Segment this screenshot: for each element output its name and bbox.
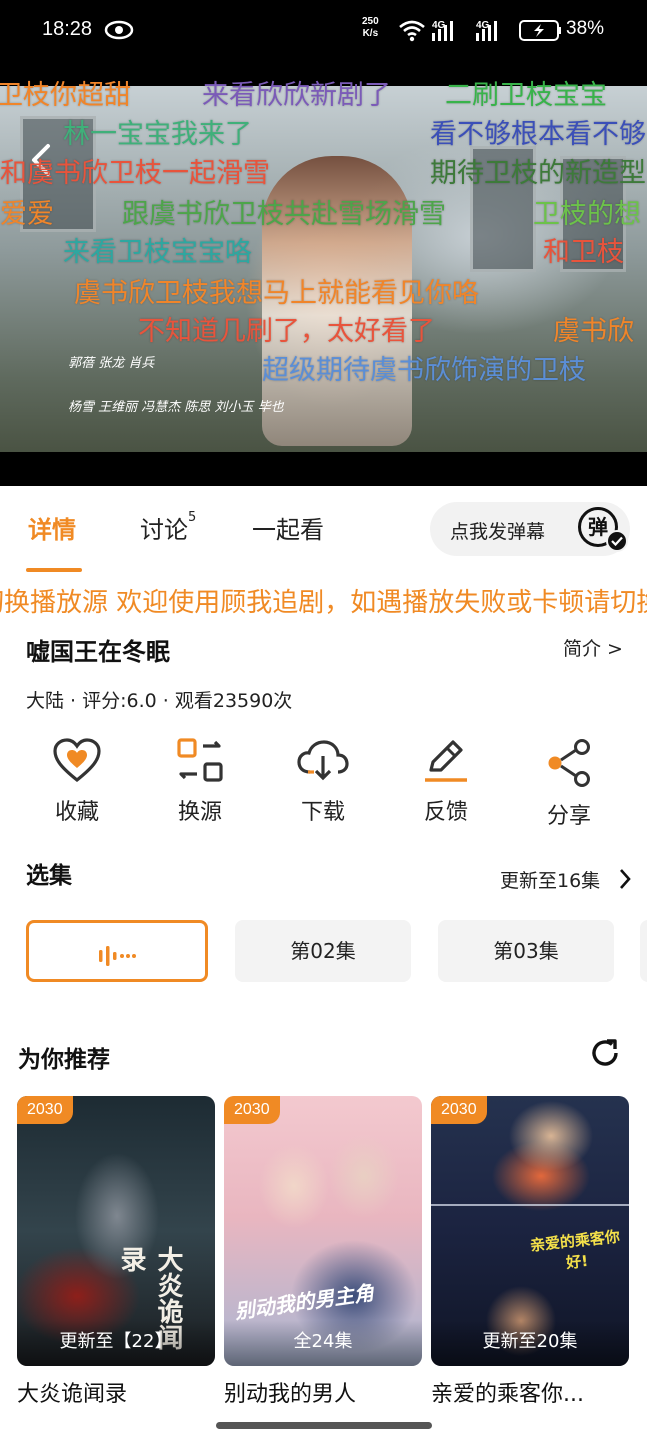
tab-discussion[interactable]: 讨论5 bbox=[140, 510, 196, 545]
chevron-right-icon[interactable] bbox=[618, 868, 632, 890]
danmu-item: 卫枝的想 bbox=[533, 199, 641, 230]
discussion-count-badge: 5 bbox=[188, 510, 197, 525]
battery-percent: 38% bbox=[566, 18, 605, 39]
danmu-item: 爱爱 bbox=[0, 199, 54, 230]
episode-item-partial[interactable] bbox=[640, 920, 647, 982]
episode-item[interactable]: 第02集 bbox=[235, 920, 411, 982]
credits-line: 杨雪 王维丽 冯慧杰 陈思 刘小玉 毕也 bbox=[68, 400, 284, 415]
favorite-button[interactable]: 收藏 bbox=[32, 738, 122, 826]
switch-source-icon bbox=[177, 738, 223, 782]
recommend-title: 为你推荐 bbox=[18, 1047, 110, 1073]
episode-item[interactable]: 第03集 bbox=[438, 920, 614, 982]
show-meta: 大陆 · 评分:6.0 · 观看23590次 bbox=[26, 690, 293, 712]
video-player[interactable]: 卫枝你超甜 来看欣欣新剧了 二刷卫枝宝宝 林一宝宝我来了 看不够根本看不够 和虞… bbox=[0, 62, 647, 486]
refresh-icon[interactable] bbox=[588, 1036, 622, 1070]
danmu-item: 虞书欣卫枝我想马上就能看见你咯 bbox=[74, 278, 479, 309]
send-danmu-button[interactable]: 点我发弹幕 弹 bbox=[430, 502, 630, 556]
playing-wave-icon bbox=[99, 945, 136, 966]
tab-details[interactable]: 详情 bbox=[28, 510, 76, 545]
card-title: 大炎诡闻录 bbox=[17, 1382, 128, 1407]
poster-title-art: 别动我的男主角 bbox=[233, 1280, 376, 1324]
home-indicator[interactable] bbox=[216, 1422, 432, 1429]
card-title: 别动我的男人 bbox=[224, 1382, 357, 1407]
send-danmu-label: 点我发弹幕 bbox=[450, 521, 546, 543]
share-icon bbox=[548, 739, 590, 787]
danmu-item: 超级期待虞书欣饰演的卫枝 bbox=[262, 355, 586, 386]
poster-title-art: 亲爱的乘客你好! bbox=[529, 1227, 621, 1273]
edit-icon bbox=[425, 740, 467, 782]
recommend-card[interactable]: 别动我的男主角 2030 全24集 别动我的男人 bbox=[224, 1096, 422, 1408]
switch-source-button[interactable]: 换源 bbox=[155, 738, 245, 826]
episodes-title: 选集 bbox=[26, 863, 72, 889]
feedback-button[interactable]: 反馈 bbox=[401, 738, 491, 826]
status-bar: 18:28 250 K/s 4G 4G 38% bbox=[0, 0, 647, 62]
show-title: 嘘国王在冬眠 bbox=[26, 638, 170, 666]
gesture-nav-bar bbox=[0, 1412, 647, 1440]
wifi-icon bbox=[399, 20, 425, 42]
recommend-card[interactable]: 亲爱的乘客你好! 2030 更新至20集 亲爱的乘客你... bbox=[431, 1096, 629, 1408]
danmu-item: 卫枝你超甜 bbox=[0, 80, 131, 111]
episode-status: 更新至20集 bbox=[431, 1320, 629, 1366]
danmu-item: 期待卫枝的新造型 bbox=[430, 158, 646, 189]
episode-status: 更新至【22】 bbox=[17, 1320, 215, 1366]
recommend-card[interactable]: 大炎诡闻录 2030 更新至【22】 大炎诡闻录 bbox=[17, 1096, 215, 1408]
intro-link[interactable]: 简介 > bbox=[563, 634, 623, 661]
status-time: 18:28 bbox=[42, 18, 93, 40]
check-icon bbox=[606, 530, 628, 552]
danmu-item: 来看卫枝宝宝咯 bbox=[63, 237, 252, 268]
net-speed: 250 K/s bbox=[362, 16, 379, 39]
episode-status: 全24集 bbox=[224, 1320, 422, 1366]
credits-line: 郭蓓 张龙 肖兵 bbox=[68, 356, 155, 371]
danmu-item: 不知道几刷了，太好看了 bbox=[138, 316, 435, 347]
poster-image: 别动我的男主角 2030 全24集 bbox=[224, 1096, 422, 1366]
danmu-item: 和卫枝 bbox=[543, 237, 624, 268]
danmu-item: 来看欣欣新剧了 bbox=[202, 80, 391, 111]
tab-watch-together[interactable]: 一起看 bbox=[252, 510, 324, 545]
notice-marquee: 切换播放源 欢迎使用顾我追剧，如遇播放失败或卡顿请切换播放源 bbox=[0, 580, 647, 620]
danmu-item: 和虞书欣卫枝一起滑雪 bbox=[0, 158, 270, 189]
card-title: 亲爱的乘客你... bbox=[431, 1382, 584, 1407]
year-badge: 2030 bbox=[224, 1096, 280, 1124]
cloud-download-icon bbox=[297, 740, 349, 781]
year-badge: 2030 bbox=[431, 1096, 487, 1124]
notice-text: 切换播放源 欢迎使用顾我追剧，如遇播放失败或卡顿请切换播放源 bbox=[0, 588, 647, 618]
danmu-item: 跟虞书欣卫枝共赴雪场滑雪 bbox=[122, 199, 446, 230]
download-button[interactable]: 下载 bbox=[278, 738, 368, 826]
year-badge: 2030 bbox=[17, 1096, 73, 1124]
episode-item-playing[interactable] bbox=[26, 920, 208, 982]
share-button[interactable]: 分享 bbox=[524, 738, 614, 830]
battery-icon bbox=[519, 20, 561, 41]
danmu-item: 看不够根本看不够 bbox=[430, 119, 646, 150]
poster-image: 亲爱的乘客你好! 2030 更新至20集 bbox=[431, 1096, 629, 1366]
poster-image: 大炎诡闻录 2030 更新至【22】 bbox=[17, 1096, 215, 1366]
eye-icon bbox=[104, 20, 134, 40]
danmu-item: 虞书欣 bbox=[553, 316, 634, 347]
episodes-update-link[interactable]: 更新至16集 bbox=[500, 866, 600, 893]
tab-underline bbox=[26, 568, 82, 572]
danmu-item: 林一宝宝我来了 bbox=[63, 119, 252, 150]
heart-icon bbox=[53, 738, 101, 783]
danmu-item: 二刷卫枝宝宝 bbox=[445, 80, 607, 111]
signal-icons: 4G 4G bbox=[399, 20, 561, 42]
